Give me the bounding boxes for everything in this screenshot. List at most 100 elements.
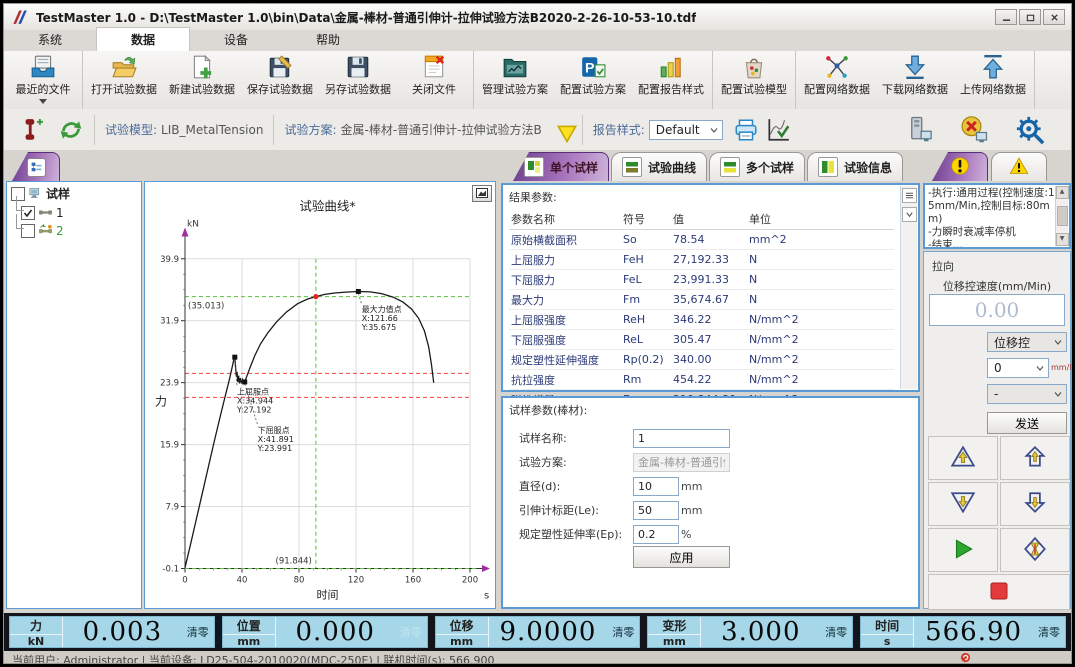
print-icon[interactable]	[733, 117, 759, 143]
restore-button[interactable]	[1019, 9, 1041, 25]
chart-tool-button[interactable]	[472, 185, 492, 202]
report-check-icon[interactable]	[765, 117, 791, 143]
results-cell: mm^2	[747, 230, 817, 250]
zero-button[interactable]: 清零	[607, 617, 639, 647]
svg-text:kN: kN	[187, 220, 199, 230]
toolbar-button-label: 管理试验方案	[482, 81, 548, 97]
toolbar-button-network-config[interactable]: 配置网络数据	[798, 51, 876, 109]
jog-fast-up-button[interactable]	[928, 436, 998, 480]
form-field-input[interactable]	[633, 477, 679, 496]
toolbar-button-recent-files[interactable]: 最近的文件	[6, 51, 80, 109]
form-field-label: 规定塑性延伸率(Ep):	[519, 526, 631, 542]
new-file-icon	[189, 54, 215, 80]
results-row[interactable]: 抗拉强度Rm454.22N/mm^2	[509, 370, 894, 390]
zero-button[interactable]: 清零	[182, 617, 214, 647]
menu-tab-3[interactable]: 帮助	[282, 28, 374, 51]
results-cell: 上屈服强度	[509, 310, 621, 330]
zero-button[interactable]: 清零	[820, 617, 852, 647]
results-row[interactable]: 规定塑性延伸强度Rp(0.2)340.00N/mm^2	[509, 350, 894, 370]
tab-2[interactable]: 多个试样	[709, 152, 805, 181]
refresh-icon[interactable]	[58, 117, 84, 143]
readout-2: 位移mm9.0000清零	[435, 616, 641, 648]
toolbar-button-config-model[interactable]: 配置试验模型	[715, 51, 793, 109]
tree-item-2[interactable]: 2	[7, 220, 141, 238]
menu-tab-0[interactable]: 系统	[4, 28, 96, 51]
results-row[interactable]: 下屈服力FeL23,991.33N	[509, 270, 894, 290]
start-button[interactable]	[928, 528, 998, 572]
results-row[interactable]: 上屈服强度ReH346.22N/mm^2	[509, 310, 894, 330]
jog-up-button[interactable]	[1000, 436, 1070, 480]
stop-button[interactable]	[928, 574, 1070, 610]
svg-text:上屈服点: 上屈服点	[237, 387, 269, 396]
form-field-label: 直径(d):	[519, 478, 631, 494]
toolbar-button-new-file[interactable]: 新建试验数据	[163, 51, 241, 109]
aux-select[interactable]: -	[987, 384, 1067, 404]
add-specimen-icon[interactable]	[18, 117, 44, 143]
scroll-up-icon[interactable]: ▲	[1056, 186, 1069, 199]
disconnect-icon[interactable]	[959, 115, 989, 145]
tab-process-log[interactable]	[932, 152, 988, 181]
main-area: 试样12 -0.17.915.923.931.939.9040801201602…	[4, 150, 1072, 613]
apply-button[interactable]: 应用	[633, 546, 730, 568]
results-cell: 454.22	[671, 370, 747, 390]
results-row[interactable]: 上屈服力FeH27,192.33N	[509, 250, 894, 270]
control-mode-select[interactable]: 位移控	[987, 332, 1067, 352]
report-style-select[interactable]: Default	[649, 120, 723, 140]
results-row[interactable]: 下屈服强度ReL305.47N/mm^2	[509, 330, 894, 350]
scheme-dropdown-icon[interactable]	[554, 121, 572, 139]
tab-1[interactable]: 试验曲线	[611, 152, 707, 181]
send-button[interactable]: 发送	[987, 412, 1067, 434]
return-center-button[interactable]	[1000, 528, 1070, 572]
results-panel: 结果参数: 参数名称符号值单位原始横截面积So78.54mm^2上屈服力FeH2…	[501, 183, 920, 392]
tree-item-1[interactable]: 1	[7, 202, 141, 220]
machine-device-icon[interactable]	[903, 115, 933, 145]
tab-0[interactable]: 单个试样	[513, 152, 609, 181]
toolbar-button-save-as[interactable]: 另存试验数据	[319, 51, 397, 109]
tab-3[interactable]: 试验信息	[807, 152, 903, 181]
tab-warnings[interactable]	[991, 152, 1047, 181]
network-config-icon	[824, 54, 850, 80]
results-menu-icon[interactable]	[902, 188, 917, 203]
tree-root-row[interactable]: 试样	[7, 182, 141, 202]
speed-value-select[interactable]: 0	[987, 358, 1049, 378]
form-field-row: 引伸计标距(Le):mm	[503, 498, 918, 522]
results-row[interactable]: 最大力Fm35,674.67N	[509, 290, 894, 310]
manual-control-panel: 拉向 位移控速度(mm/Min) 0.00 位移控 0 mm/Min - 发送	[923, 251, 1071, 609]
toolbar-button-open-folder[interactable]: 打开试验数据	[85, 51, 163, 109]
toolbar-button-upload[interactable]: 上传网络数据	[954, 51, 1032, 109]
form-field-input[interactable]	[633, 501, 679, 520]
readout-1: 位置mm0.000清零	[222, 616, 428, 648]
log-line: -力瞬时衰减率停机	[928, 226, 1055, 239]
toolbar-button-config-scheme[interactable]: P配置试验方案	[554, 51, 632, 109]
scroll-thumb[interactable]	[1057, 206, 1068, 226]
svg-text:X:34.944: X:34.944	[237, 396, 273, 405]
menu-tab-1[interactable]: 数据	[96, 27, 190, 51]
menu-tab-2[interactable]: 设备	[190, 28, 282, 51]
toolbar-button-close-file[interactable]: 关闭文件	[397, 51, 471, 109]
log-line: -结束...	[928, 239, 1055, 249]
toolbar-button-save-edit[interactable]: 保存试验数据	[241, 51, 319, 109]
toolbar-button-report-style[interactable]: 配置报告样式	[632, 51, 710, 109]
scheme-label: 试验方案:	[284, 121, 336, 138]
close-button[interactable]	[1043, 9, 1065, 25]
form-field-input[interactable]	[633, 429, 730, 448]
toolbar-button-manage-scheme[interactable]: 管理试验方案	[476, 51, 554, 109]
toolbar-group-2: 管理试验方案 P配置试验方案配置报告样式	[474, 51, 713, 109]
minimize-button[interactable]	[995, 9, 1017, 25]
zero-button[interactable]: 清零	[1033, 617, 1065, 647]
form-field-input[interactable]	[633, 525, 679, 544]
log-scrollbar[interactable]: ▲ ▼	[1055, 186, 1068, 246]
scroll-down-icon[interactable]: ▼	[1056, 233, 1069, 246]
jog-fast-down-button[interactable]	[928, 482, 998, 526]
results-cell: FeH	[621, 250, 671, 270]
results-collapse-icon[interactable]	[902, 207, 917, 222]
settings-gear-icon[interactable]	[1015, 115, 1045, 145]
config-scheme-icon: P	[580, 54, 606, 80]
tab-specimen-tree[interactable]	[12, 152, 60, 181]
toolbar-button-download[interactable]: 下载网络数据	[876, 51, 954, 109]
menu-bar: 系统数据设备帮助	[4, 30, 1071, 52]
jog-down-button[interactable]	[1000, 482, 1070, 526]
results-row[interactable]: 原始横截面积So78.54mm^2	[509, 230, 894, 250]
results-cell: N/mm^2	[747, 350, 817, 370]
app-window: TestMaster 1.0 - D:\TestMaster 1.0\bin\D…	[3, 3, 1072, 664]
